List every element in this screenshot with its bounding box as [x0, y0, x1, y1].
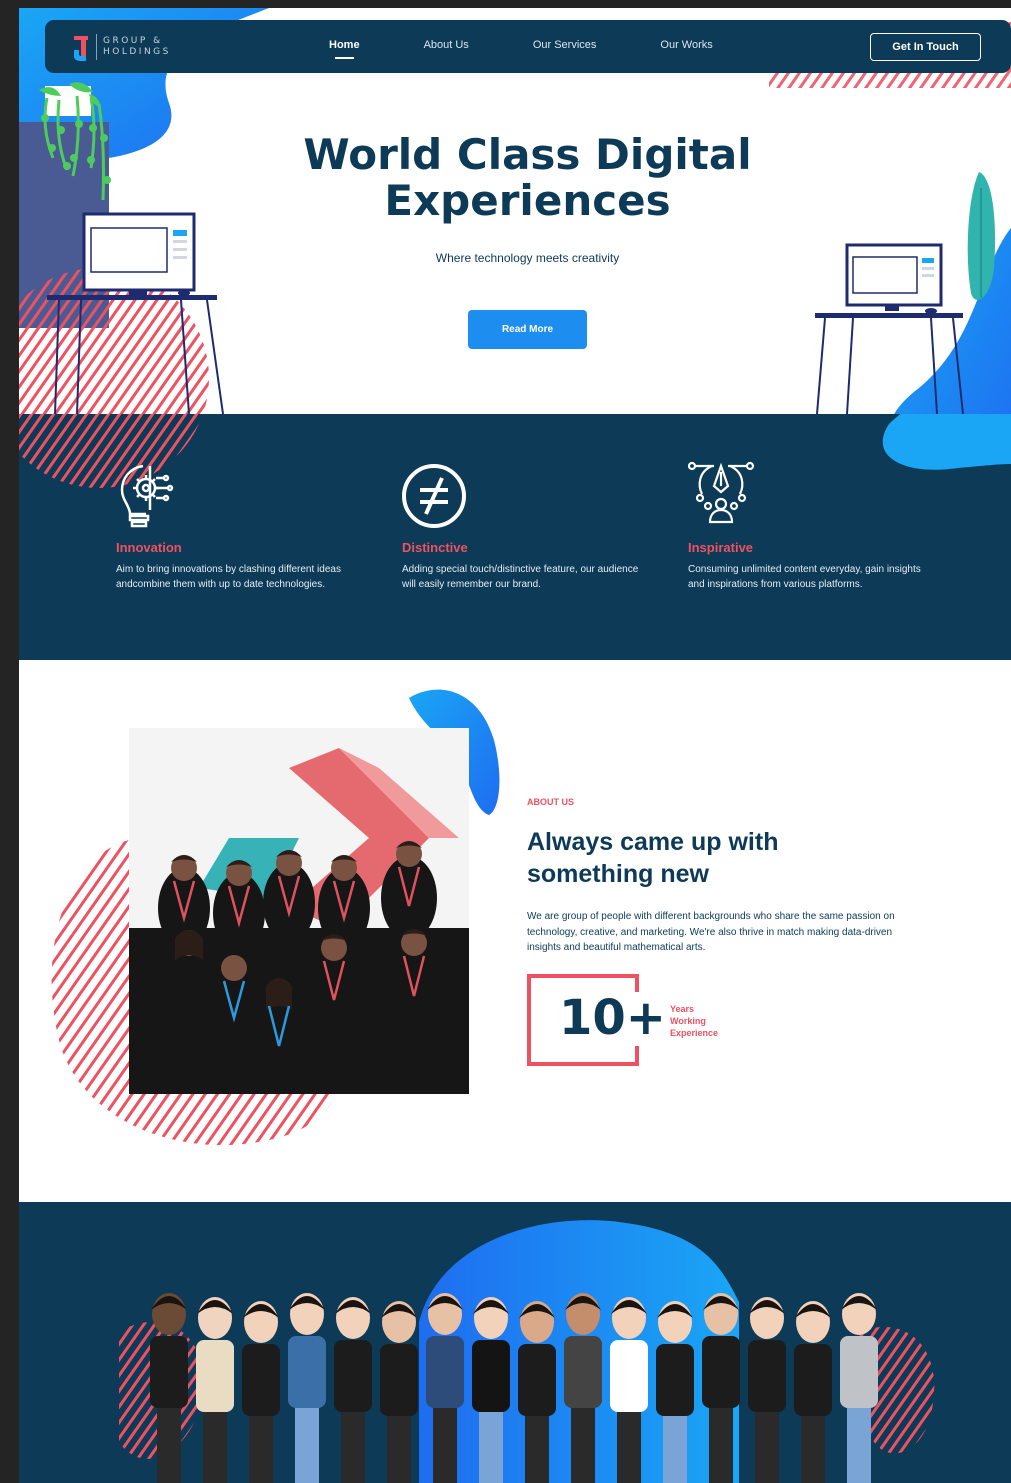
hero-title-line2: Experiences — [384, 176, 671, 225]
brand-logo[interactable]: GROUP & HOLDINGS — [72, 32, 171, 62]
feature-title: Innovation — [116, 540, 182, 555]
features-section: Innovation Aim to bring innovations by c… — [19, 414, 1011, 660]
avatar-figure — [288, 1293, 326, 1483]
feature-title: Inspirative — [688, 540, 754, 555]
stat-caption-line3: Experience — [670, 1028, 719, 1038]
avatar-figure — [380, 1301, 418, 1483]
feature-title: Distinctive — [402, 540, 468, 555]
feature-description: Consuming unlimited content everyday, ga… — [688, 564, 921, 590]
stat-caption-line2: Working — [670, 1016, 706, 1026]
avatar-figure — [794, 1301, 832, 1483]
feature-innovation: Innovation Aim to bring innovations by c… — [116, 458, 356, 592]
about-label: ABOUT US — [527, 797, 574, 807]
hero-title-line1: World Class Digital — [303, 130, 752, 179]
about-description: We are group of people with different ba… — [527, 911, 895, 953]
read-more-button[interactable]: Read More — [468, 310, 587, 349]
nav-our-works[interactable]: Our Works — [660, 39, 712, 51]
nav-home[interactable]: Home — [329, 39, 360, 59]
landing-page: World Class Digital Experiences Where te… — [19, 8, 1011, 1483]
feature-description: Adding special touch/distinctive feature… — [402, 564, 639, 590]
lightbulb-gear-icon — [120, 464, 174, 528]
get-in-touch-button[interactable]: Get In Touch — [870, 33, 981, 61]
logo-text-line2: HOLDINGS — [103, 47, 171, 57]
nav-our-services[interactable]: Our Services — [533, 39, 597, 51]
feature-description: Aim to bring innovations by clashing dif… — [116, 564, 341, 590]
logo-icon — [74, 36, 88, 61]
avatar-figure — [334, 1297, 372, 1483]
stat-caption: Years Working Experience — [670, 1003, 740, 1039]
team-illustration — [119, 1220, 935, 1483]
team-photo-illustration — [129, 728, 469, 1094]
hero-title: World Class Digital Experiences — [219, 132, 836, 224]
about-title-line1: Always came up with — [527, 828, 779, 856]
not-equal-icon — [402, 464, 466, 528]
logo-text-line1: GROUP & — [103, 36, 163, 46]
about-title: Always came up with something new — [527, 826, 867, 890]
stat-number: 10+ — [559, 990, 667, 1046]
about-section: ABOUT US Always came up with something n… — [19, 660, 1011, 1202]
pen-tool-person-icon — [688, 461, 755, 524]
avatar-figure — [242, 1301, 280, 1483]
experience-stat: 10+ — [527, 974, 666, 1066]
avatar-figure — [196, 1297, 234, 1483]
hero-subtitle: Where technology meets creativity — [435, 251, 620, 265]
nav-about-us[interactable]: About Us — [424, 39, 469, 51]
avatar-figure — [748, 1297, 786, 1483]
team-photo — [129, 728, 469, 1094]
logo-divider — [96, 34, 97, 60]
avatar-figure — [840, 1293, 878, 1483]
feature-distinctive: Distinctive Adding special touch/distinc… — [402, 458, 642, 592]
nav-links: Home About Us Our Services Our Works — [329, 39, 777, 59]
team-section — [19, 1202, 1011, 1483]
about-title-line2: something new — [527, 860, 709, 888]
logo-text: GROUP & HOLDINGS — [103, 36, 171, 58]
top-navbar: GROUP & HOLDINGS Home About Us Our Servi… — [45, 20, 1011, 73]
feature-inspirative: Inspirative Consuming unlimited content … — [688, 458, 928, 592]
stat-caption-line1: Years — [670, 1004, 695, 1014]
